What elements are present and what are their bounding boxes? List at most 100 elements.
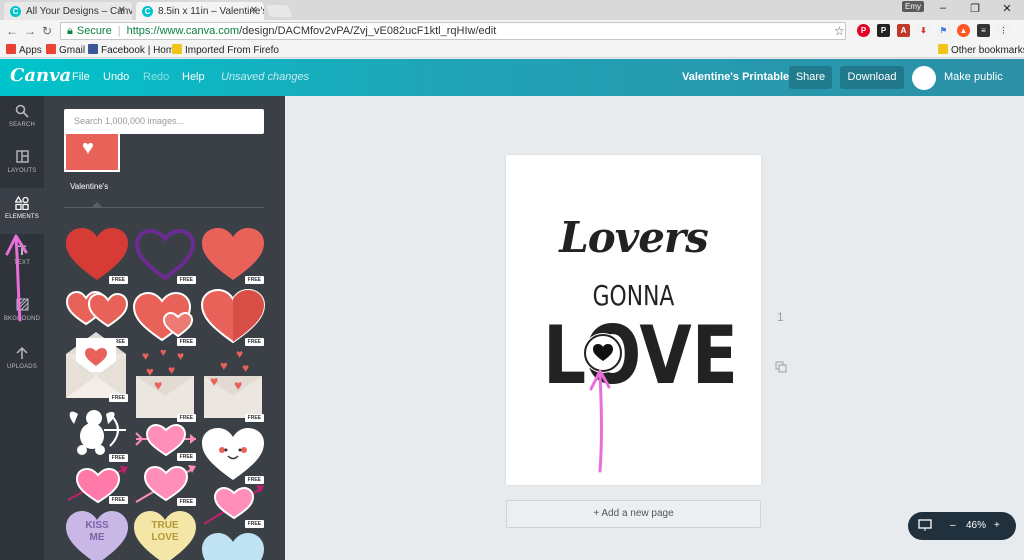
pinterest-icon[interactable]: P [857,24,870,37]
download-extension-icon[interactable]: ⬇ [917,24,930,37]
element-tile-heart-arrow[interactable]: FREE [132,421,198,461]
share-button[interactable]: Share [789,66,832,89]
candy-line: TRUE [151,520,179,531]
close-tab-icon[interactable]: ✕ [250,5,258,16]
element-tile-envelope-hearts[interactable]: ♥ ♥ ♥ ♥ ♥ ♥ FREE [132,346,198,422]
free-badge: FREE [108,394,128,402]
element-tile-stacked-hearts[interactable]: FREE [132,288,198,346]
canva-favicon-icon: C [10,6,21,17]
element-tile-heart-arrow-2[interactable]: FREE [132,462,198,506]
upload-icon [0,346,44,364]
zoom-out-button[interactable]: – [950,520,956,531]
image-search-input[interactable]: Search 1,000,000 images... [64,109,264,134]
buffer-icon[interactable]: ≡ [977,24,990,37]
make-public-toggle[interactable] [912,66,936,90]
envelope-icon: ♥ ♥ ♥♥ ♥♥ [136,347,194,418]
element-tile-envelope-heart[interactable]: FREE [64,326,130,402]
element-tile-red-heart[interactable]: FREE [64,226,130,284]
bookmark-other[interactable]: Other bookmarks [938,44,1024,56]
url-host: https://www.canva.com [126,25,240,37]
back-icon[interactable]: ← [6,24,18,38]
present-icon[interactable] [918,518,932,535]
duplicate-page-icon[interactable] [775,360,787,378]
download-button[interactable]: Download [840,66,904,89]
element-tile-cupid[interactable]: FREE [64,404,130,462]
svg-text:♥: ♥ [154,377,162,393]
elements-icon [0,195,44,214]
forward-icon[interactable]: → [24,24,36,38]
extension-icon[interactable]: ⚑ [937,24,950,37]
envelope-icon [66,332,126,398]
address-row: ← → ↻ 🔒︎ Secure | https://www.canva.com/des… [0,20,1024,42]
profile-chip[interactable]: Emy [902,1,924,12]
element-tile-pierced-heart[interactable]: FREE [64,464,130,504]
svg-text:♥: ♥ [236,347,243,361]
minimize-icon[interactable]: – [928,2,958,14]
element-tile-coral-heart[interactable]: FREE [200,226,266,284]
free-badge: FREE [176,453,196,461]
free-badge: FREE [244,338,264,346]
browser-tab-all-designs[interactable]: C All Your Designs – Canva ✕ [4,2,132,20]
document-title[interactable]: Valentine's Printable [682,71,789,83]
element-tile-folded-heart[interactable]: FREE [200,288,266,346]
browser-tab-bar: C All Your Designs – Canva ✕ C 8.5in x 1… [0,0,1024,20]
element-tile-envelope-hearts-2[interactable]: ♥ ♥ ♥ ♥ ♥ FREE [200,346,266,422]
divider [64,207,264,208]
menu-file[interactable]: File [72,71,90,83]
add-new-page-button[interactable]: + Add a new page [506,500,761,528]
secure-label: Secure [76,25,112,37]
reload-icon[interactable]: ↻ [42,24,52,38]
bookmark-label: Other bookmarks [951,45,1024,56]
extension-badge-icon[interactable]: A [897,24,910,37]
menu-undo[interactable]: Undo [103,71,129,83]
design-text-gonna[interactable]: GONNA [534,279,733,312]
close-window-icon[interactable]: ✕ [992,2,1022,15]
rail-uploads[interactable]: UPLOADS [0,338,44,384]
zoom-in-button[interactable]: + [994,520,1000,531]
design-text-love[interactable]: LOVE [543,321,738,385]
restore-icon[interactable]: ❐ [960,2,990,15]
element-tile-heart-arrow-3[interactable]: FREE [200,484,266,528]
extension-icon[interactable]: ▲ [957,24,970,37]
close-tab-icon[interactable]: ✕ [118,5,126,16]
element-tile-kawaii-heart[interactable]: FREE [200,426,266,484]
element-tile-purple-heart-outline[interactable]: FREE [132,226,198,284]
element-tile-candy-kiss-me[interactable]: KISS ME [64,506,130,560]
bookmarks-bar: Apps Gmail Facebook | Home Imported From… [0,42,1024,58]
svg-text:LOVE: LOVE [543,321,738,385]
new-tab-button[interactable] [265,5,293,17]
canva-logo[interactable]: Canva [10,65,71,86]
rail-layouts[interactable]: LAYOUTS [0,142,44,188]
picmonkey-icon[interactable]: P [877,24,890,37]
layouts-icon [0,150,44,168]
element-tile-candy-blue[interactable] [200,528,266,560]
element-tile-candy-true-love[interactable]: TRUE LOVE [132,506,198,560]
browser-tab-valentines[interactable]: C 8.5in x 11in – Valentine's ✕ [136,2,264,20]
rail-search[interactable]: SEARCH [0,96,44,142]
canva-top-bar: Canva File Undo Redo Help Unsaved change… [0,59,1024,96]
category-label: Valentine's [70,182,109,191]
chrome-menu-icon[interactable]: ⋮ [997,24,1010,37]
address-bar[interactable]: 🔒︎ Secure | https://www.canva.com/design/DA… [60,22,846,40]
bookmark-gmail[interactable]: Gmail [46,44,85,56]
valentines-category-thumbnail[interactable]: ♥ [64,132,120,172]
design-page[interactable]: Lovers GONNA LOVE [506,155,761,485]
bookmark-star-icon[interactable]: ☆ [834,24,845,38]
rail-label: ELEMENTS [5,214,39,220]
design-text-lovers[interactable]: Lovers [506,213,761,262]
bookmark-folder-imported[interactable]: Imported From Firefo [172,44,279,56]
bookmark-apps[interactable]: Apps [6,44,42,56]
zoom-level: 46% [966,520,987,531]
menu-redo[interactable]: Redo [143,71,169,83]
folder-icon [172,44,182,54]
bookmark-facebook[interactable]: Facebook | Home [88,44,180,56]
zoom-control: – 46% + [908,512,1016,540]
rail-elements[interactable]: ELEMENTS [0,188,44,234]
menu-help[interactable]: Help [182,71,205,83]
rail-label: UPLOADS [6,364,38,370]
svg-text:♥: ♥ [220,358,228,373]
svg-text:♥: ♥ [234,377,242,393]
free-badge: FREE [244,520,264,528]
free-badge: FREE [108,454,128,462]
free-badge: FREE [176,276,196,284]
